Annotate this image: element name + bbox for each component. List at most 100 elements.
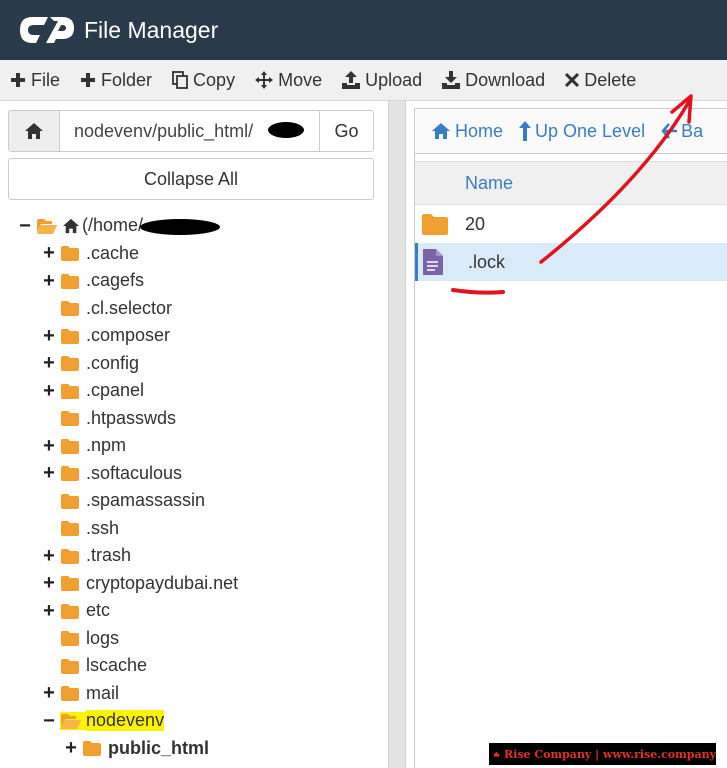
folder-icon	[60, 602, 82, 620]
upload-icon	[342, 71, 361, 89]
folder-icon	[60, 354, 82, 372]
folder-icon	[60, 382, 82, 400]
tree-item[interactable]: .htpasswds	[42, 405, 176, 432]
tree-item[interactable]: + mail	[42, 680, 119, 707]
file-row[interactable]: 20	[415, 205, 727, 243]
toolbar: File Folder Copy Move Upload Download De…	[0, 60, 727, 101]
new-file-button[interactable]: File	[0, 60, 70, 100]
tree-item[interactable]: + .composer	[42, 322, 170, 349]
home-label: Home	[455, 120, 504, 141]
tree-item[interactable]: + .config	[42, 350, 139, 377]
folder-icon	[60, 437, 82, 455]
tree-item[interactable]: .ssh	[42, 515, 119, 542]
move-arrows-icon	[255, 71, 274, 89]
pane-scrollbar[interactable]	[388, 101, 406, 768]
upload-button[interactable]: Upload	[332, 60, 432, 100]
home-icon	[62, 218, 80, 234]
delete-button[interactable]: Delete	[555, 60, 646, 100]
up-one-level-label: Up One Level	[535, 120, 646, 141]
expand-toggle[interactable]: +	[42, 546, 56, 566]
expand-toggle[interactable]: +	[42, 683, 56, 703]
tree-item[interactable]: + cryptopaydubai.net	[42, 570, 238, 597]
folder-icon	[60, 464, 82, 482]
expand-toggle[interactable]: +	[42, 573, 56, 593]
name-column-header[interactable]: Name	[465, 173, 513, 194]
upload-label: Upload	[365, 69, 423, 90]
expand-toggle[interactable]: +	[42, 243, 56, 263]
tree-item[interactable]: lscache	[42, 652, 147, 679]
tree-item[interactable]: + .trash	[42, 542, 131, 569]
directory-tree-pane: Go Collapse All − (/home/ + .cache + .cagefs.…	[0, 101, 386, 768]
tree-item-label: (/home/	[82, 215, 144, 235]
delete-label: Delete	[584, 69, 637, 90]
tree-item-label: .config	[86, 352, 140, 373]
expand-toggle[interactable]: +	[42, 353, 56, 373]
folder-icon	[60, 547, 82, 565]
watermark: Rise Company | www.rise.company	[489, 743, 716, 765]
tree-item[interactable]: + .softaculous	[42, 460, 182, 487]
tree-item-label: etc	[86, 600, 111, 620]
folder-icon	[422, 214, 448, 235]
expand-toggle[interactable]: +	[42, 271, 56, 291]
folder-open-icon	[36, 217, 58, 235]
expand-toggle[interactable]: +	[42, 601, 56, 621]
expand-toggle[interactable]: +	[64, 738, 78, 758]
tree-item[interactable]: .cl.selector	[42, 295, 172, 322]
move-button[interactable]: Move	[245, 60, 332, 100]
tree-item[interactable]: − nodevenv	[42, 707, 165, 734]
file-table-header: Name	[415, 161, 727, 205]
tree-item[interactable]: logs	[42, 625, 119, 652]
download-icon	[442, 71, 461, 89]
back-button[interactable]: Ba	[661, 121, 703, 142]
path-home-button[interactable]	[9, 111, 60, 151]
x-icon	[565, 73, 580, 87]
home-button[interactable]: Home	[431, 121, 503, 142]
collapse-toggle[interactable]: −	[42, 711, 56, 731]
folder-icon	[60, 519, 82, 537]
copy-icon	[172, 71, 188, 89]
file-name: .lock	[468, 252, 506, 272]
watermark-text: Rise Company | www.rise.company	[504, 747, 716, 761]
file-list-pane: Home Up One Level Ba Name 20 .lock	[414, 108, 727, 768]
expand-toggle[interactable]: +	[42, 463, 56, 483]
tree-item-label: .softaculous	[86, 462, 183, 483]
tree-item[interactable]: + .cache	[42, 240, 139, 267]
tree-item[interactable]: + etc	[42, 597, 110, 624]
folder-icon	[60, 327, 82, 345]
path-input[interactable]	[60, 111, 319, 151]
download-label: Download	[465, 69, 546, 90]
copy-button[interactable]: Copy	[162, 60, 245, 100]
expand-toggle[interactable]: +	[42, 326, 56, 346]
move-label: Move	[278, 69, 323, 90]
plus-icon	[81, 73, 96, 87]
tree-item-label: .spamassassin	[86, 490, 206, 510]
tree-item[interactable]: − (/home/	[18, 212, 143, 239]
collapse-all-button[interactable]: Collapse All	[8, 158, 374, 200]
collapse-toggle[interactable]: −	[18, 216, 32, 236]
new-folder-button[interactable]: Folder	[70, 60, 162, 100]
tree-item-label: cryptopaydubai.net	[86, 572, 239, 593]
app-title: File Manager	[84, 16, 219, 43]
tree-item-label: .cache	[86, 242, 140, 263]
new-file-label: File	[31, 69, 61, 90]
tree-item[interactable]: .spamassassin	[42, 487, 205, 514]
cpanel-logo[interactable]	[18, 13, 78, 47]
level-up-icon	[519, 121, 532, 141]
tree-item[interactable]: + .npm	[42, 432, 126, 459]
plus-icon	[11, 73, 25, 87]
tree-item[interactable]: + public_html	[64, 735, 209, 762]
tree-item[interactable]: + .cpanel	[42, 377, 144, 404]
app-header: File Manager	[0, 0, 727, 60]
tree-item-label: .ssh	[86, 517, 120, 538]
folder-icon	[60, 684, 82, 702]
file-row-selected[interactable]: .lock	[415, 243, 727, 281]
up-one-level-button[interactable]: Up One Level	[519, 121, 645, 142]
go-button[interactable]: Go	[319, 111, 373, 151]
expand-toggle[interactable]: +	[42, 381, 56, 401]
download-button[interactable]: Download	[432, 60, 555, 100]
hand-logo-icon	[493, 751, 500, 757]
folder-icon	[60, 629, 82, 647]
tree-item-label: .cagefs	[86, 270, 145, 290]
tree-item[interactable]: + .cagefs	[42, 267, 144, 294]
expand-toggle[interactable]: +	[42, 436, 56, 456]
